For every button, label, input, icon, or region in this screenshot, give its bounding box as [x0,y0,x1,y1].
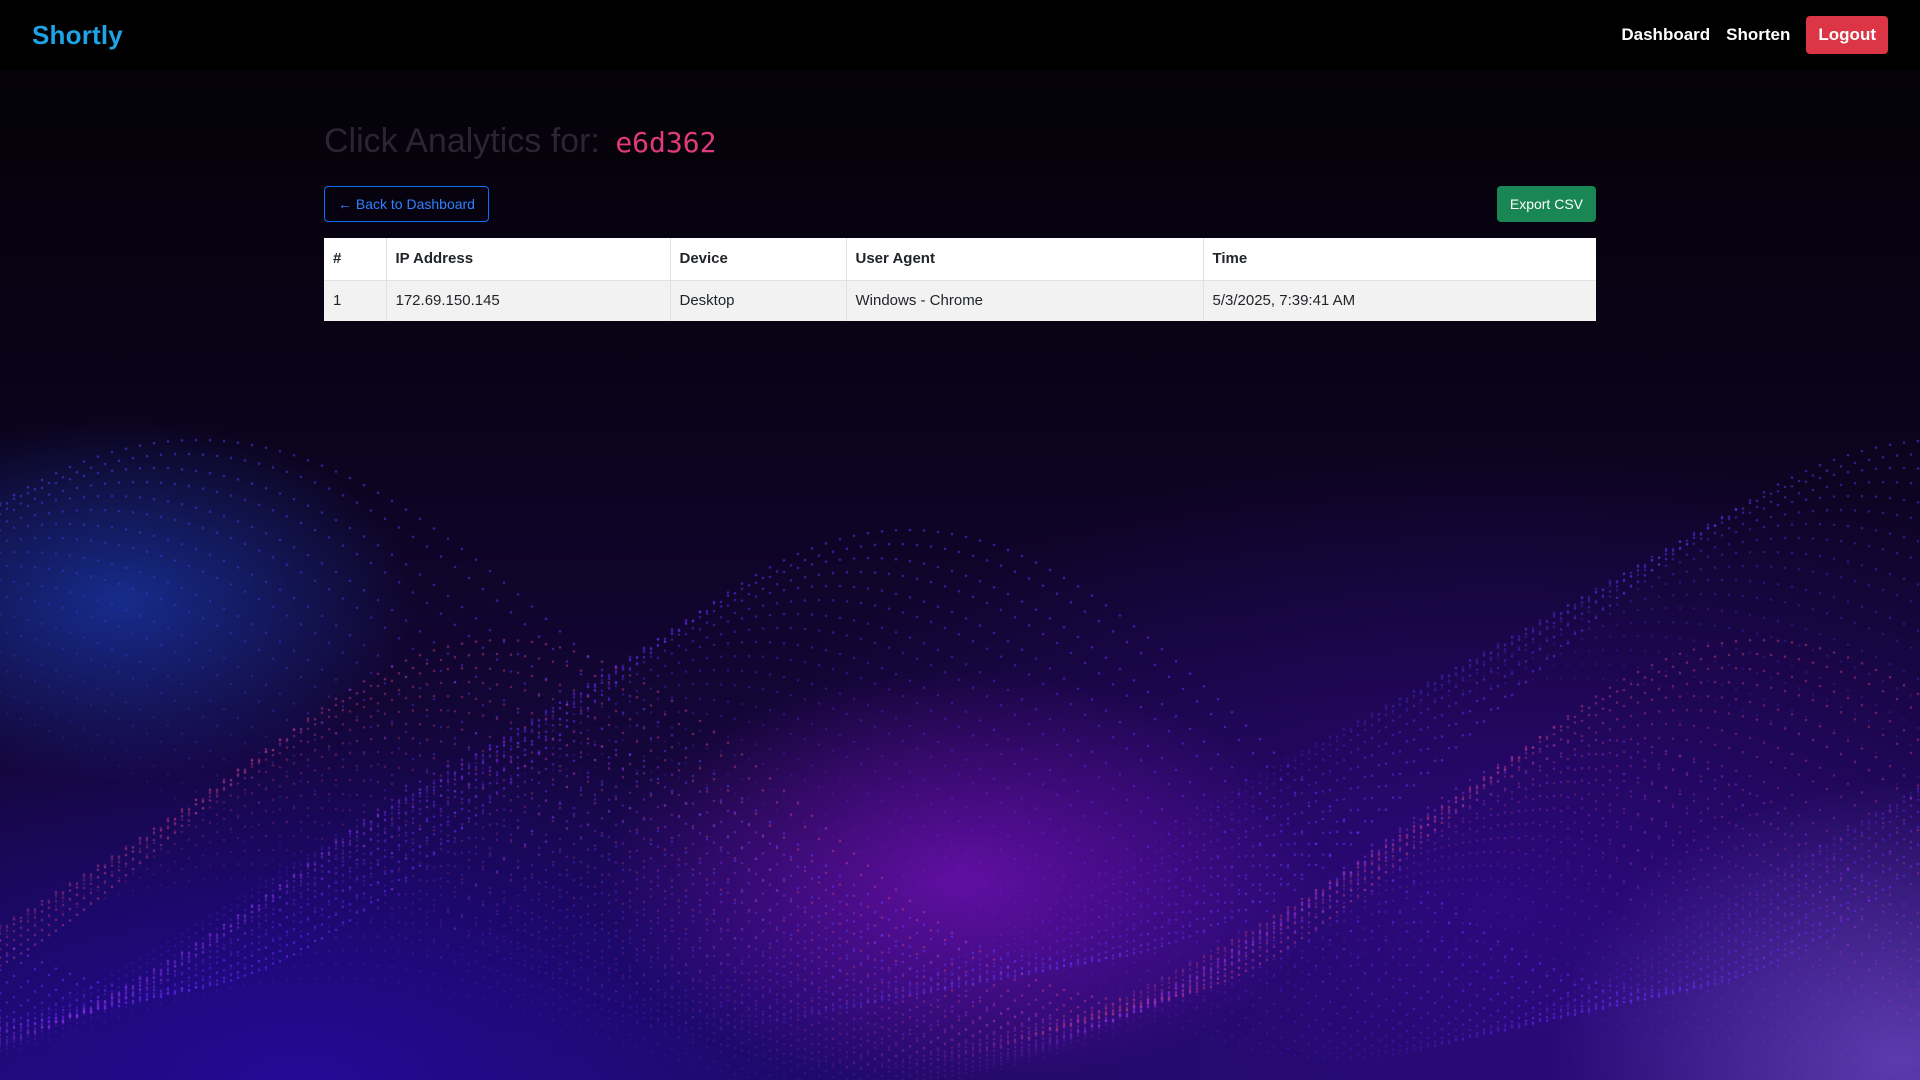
logout-button[interactable]: Logout [1806,16,1888,54]
page-title: Click Analytics for: e6d362 [324,118,1596,166]
navbar: Shortly Dashboard Shorten Logout [0,0,1920,70]
table-body: 1 172.69.150.145 Desktop Windows - Chrom… [324,280,1596,321]
cell-device: Desktop [670,280,847,321]
column-header-index: # [324,238,387,281]
cell-ip: 172.69.150.145 [386,280,671,321]
table-header: # IP Address Device User Agent Time [324,238,1596,281]
analytics-table: # IP Address Device User Agent Time 1 17… [324,238,1596,321]
column-header-user-agent: User Agent [846,238,1204,281]
cell-user-agent: Windows - Chrome [846,280,1204,321]
nav-link-shorten[interactable]: Shorten [1726,19,1790,51]
table-row: 1 172.69.150.145 Desktop Windows - Chrom… [324,280,1596,321]
nav-link-dashboard[interactable]: Dashboard [1621,19,1710,51]
back-to-dashboard-button[interactable]: ← Back to Dashboard [324,186,489,222]
table-header-row: # IP Address Device User Agent Time [324,238,1596,281]
main-content: Click Analytics for: e6d362 ← Back to Da… [324,118,1596,321]
column-header-ip: IP Address [386,238,671,281]
nav-links: Dashboard Shorten Logout [1621,16,1888,54]
cell-index: 1 [324,280,387,321]
page-root: Shortly Dashboard Shorten Logout Click A… [0,0,1920,1080]
column-header-device: Device [670,238,847,281]
action-bar: ← Back to Dashboard Export CSV [324,186,1596,222]
page-title-prefix: Click Analytics for: [324,122,600,160]
cell-time: 5/3/2025, 7:39:41 AM [1203,280,1596,321]
column-header-time: Time [1203,238,1596,281]
export-csv-button[interactable]: Export CSV [1496,186,1596,222]
short-code: e6d362 [615,126,717,159]
brand-logo[interactable]: Shortly [32,20,123,51]
